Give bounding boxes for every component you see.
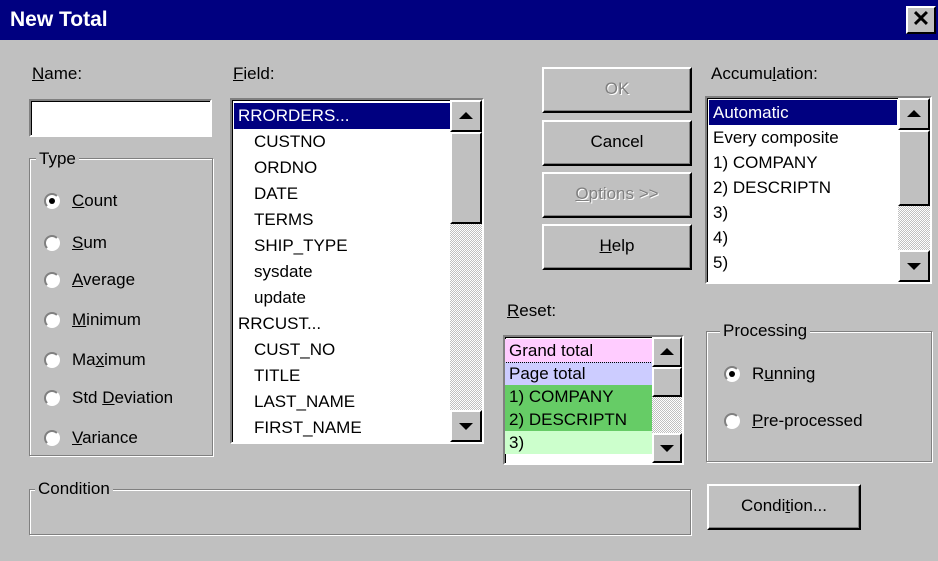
processing-group-label: Processing	[720, 321, 811, 341]
close-button[interactable]: ✕	[906, 6, 936, 34]
type-group-label: Type	[36, 149, 79, 169]
field-list-item[interactable]: ORDNO	[234, 155, 450, 181]
type-option-radio[interactable]	[44, 352, 60, 368]
accumulation-list-item[interactable]: 4)	[709, 225, 897, 250]
field-list-item[interactable]: sysdate	[234, 259, 450, 285]
arrow-down-icon	[660, 445, 674, 452]
accumulation-list-item[interactable]: Automatic	[709, 100, 897, 125]
field-list-item[interactable]: SHIP_TYPE	[234, 233, 450, 259]
scroll-up-button[interactable]	[652, 337, 682, 367]
preprocessed-label[interactable]: Pre-processed	[752, 411, 863, 431]
field-list-item[interactable]: update	[234, 285, 450, 311]
arrow-down-icon	[907, 263, 921, 270]
field-list-item[interactable]: TITLE	[234, 363, 450, 389]
accumulation-scrollbar[interactable]	[898, 98, 930, 282]
accumulation-label: Accumulation:	[711, 64, 818, 83]
condition-group-label: Condition	[35, 479, 113, 499]
reset-scrollbar[interactable]	[652, 337, 682, 463]
type-option-radio[interactable]	[44, 193, 60, 209]
field-list-item[interactable]: DATE	[234, 181, 450, 207]
field-list-item[interactable]: LAST_NAME	[234, 389, 450, 415]
type-option-label[interactable]: Maximum	[72, 350, 146, 370]
reset-list-item[interactable]: 1) COMPANY	[505, 385, 652, 408]
type-option-label[interactable]: Average	[72, 270, 135, 290]
arrow-down-icon	[459, 423, 473, 430]
scroll-up-button[interactable]	[898, 98, 930, 130]
scroll-down-button[interactable]	[898, 250, 930, 282]
field-list-item[interactable]: FIRST_NAME	[234, 415, 450, 439]
name-input[interactable]	[29, 99, 212, 137]
reset-list-item[interactable]: 3)	[505, 431, 652, 454]
field-list-item[interactable]: CUST_NO	[234, 337, 450, 363]
accumulation-list-item[interactable]: 1) COMPANY	[709, 150, 897, 175]
close-icon: ✕	[911, 6, 931, 31]
type-option-label[interactable]: Sum	[72, 233, 107, 253]
scroll-thumb[interactable]	[898, 130, 930, 206]
preprocessed-radio[interactable]	[724, 413, 740, 429]
help-button[interactable]: Help	[542, 224, 692, 270]
dialog-title: New Total	[10, 8, 108, 31]
accumulation-list-item[interactable]: 2) DESCRIPTN	[709, 175, 897, 200]
type-option-label[interactable]: Variance	[72, 428, 138, 448]
scroll-down-button[interactable]	[652, 433, 682, 463]
arrow-up-icon	[907, 110, 921, 117]
type-option-radio[interactable]	[44, 312, 60, 328]
reset-list-item[interactable]: Page total	[505, 362, 652, 385]
field-list-item[interactable]: RRORDERS...	[234, 103, 450, 129]
type-option-label[interactable]: Minimum	[72, 310, 141, 330]
accumulation-list: Automatic Every composite 1) COMPANY 2) DES…	[709, 100, 897, 280]
condition-button[interactable]: Condition...	[707, 484, 861, 530]
condition-group	[29, 489, 691, 535]
accumulation-listbox[interactable]: Automatic Every composite 1) COMPANY 2) DES…	[705, 96, 932, 284]
type-option-label[interactable]: Count	[72, 191, 117, 211]
title-bar[interactable]: New Total ✕	[0, 0, 938, 40]
cancel-button[interactable]: Cancel	[542, 120, 692, 166]
running-label[interactable]: Running	[752, 364, 815, 384]
type-option-radio[interactable]	[44, 430, 60, 446]
field-list-item[interactable]: CUSTNO	[234, 129, 450, 155]
reset-list-item[interactable]: 2) DESCRIPTN	[505, 408, 652, 431]
accumulation-list-item[interactable]: 5)	[709, 250, 897, 275]
field-list: RRORDERS... CUSTNO ORDNO DATE TERMS SHIP_TYPE…	[234, 103, 450, 439]
type-option-radio[interactable]	[44, 235, 60, 251]
arrow-up-icon	[459, 112, 473, 119]
field-list-item[interactable]: TERMS	[234, 207, 450, 233]
field-scrollbar[interactable]	[450, 100, 482, 442]
running-radio[interactable]	[724, 366, 740, 382]
reset-list-item[interactable]: Grand total	[505, 339, 652, 363]
arrow-up-icon	[660, 348, 674, 355]
scroll-down-button[interactable]	[450, 410, 482, 442]
scroll-thumb[interactable]	[450, 132, 482, 224]
type-option-radio[interactable]	[44, 390, 60, 406]
reset-list: Grand total Page total 1) COMPANY 2) DESCRI…	[505, 339, 652, 463]
reset-listbox[interactable]: Grand total Page total 1) COMPANY 2) DESCRI…	[503, 335, 684, 465]
type-option-label[interactable]: Std Deviation	[72, 388, 173, 408]
ok-button[interactable]: OK	[542, 67, 692, 113]
field-list-item[interactable]: RRCUST...	[234, 311, 450, 337]
accumulation-list-item[interactable]: 3)	[709, 200, 897, 225]
field-label: Field:	[233, 64, 275, 83]
reset-label: Reset:	[507, 301, 557, 320]
new-total-dialog: New Total ✕ Name: Type Count Sum Average Mi…	[0, 0, 938, 561]
name-label: Name:	[32, 64, 83, 83]
accumulation-list-item[interactable]: Every composite	[709, 125, 897, 150]
type-option-radio[interactable]	[44, 272, 60, 288]
scroll-up-button[interactable]	[450, 100, 482, 132]
processing-group	[706, 331, 932, 462]
scroll-thumb[interactable]	[652, 367, 682, 397]
options-button[interactable]: Options >>	[542, 172, 692, 218]
field-listbox[interactable]: RRORDERS... CUSTNO ORDNO DATE TERMS SHIP_TYPE…	[230, 98, 484, 444]
